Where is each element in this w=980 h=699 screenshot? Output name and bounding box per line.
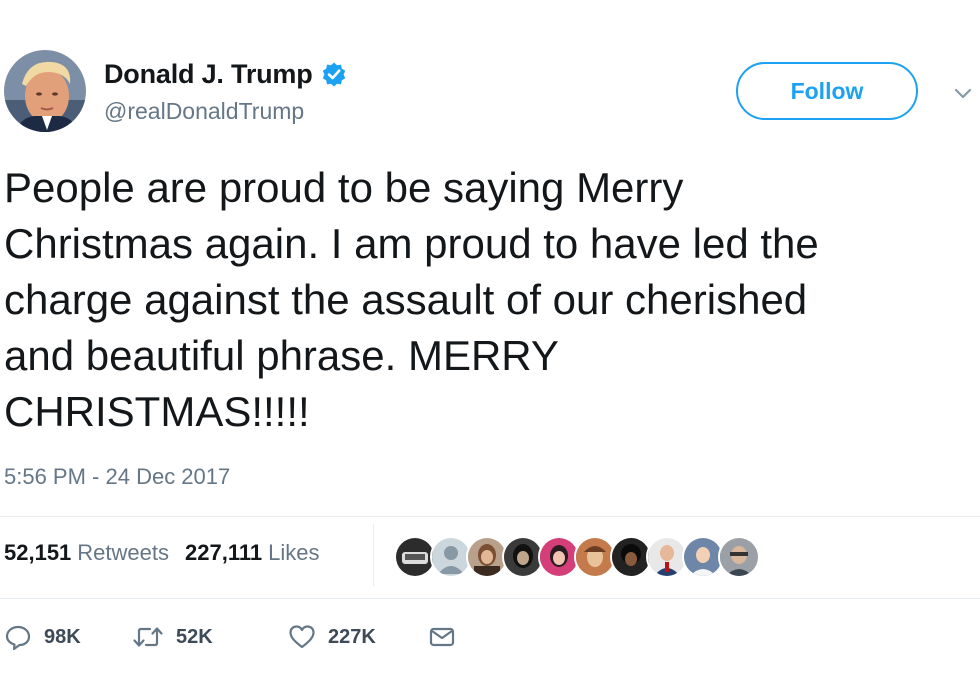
retweets-count: 52,151: [4, 540, 72, 565]
tweet-actions: 98K 52K 227K: [4, 620, 456, 654]
reply-icon: [4, 623, 32, 651]
like-count: 227K: [328, 625, 376, 648]
liker-avatars: [394, 536, 760, 578]
author-avatar[interactable]: [4, 50, 86, 132]
divider: [0, 516, 980, 517]
direct-message-icon: [428, 623, 456, 651]
retweet-button[interactable]: 52K: [132, 623, 288, 651]
divider: [0, 598, 980, 599]
like-button[interactable]: 227K: [288, 623, 428, 651]
reply-count: 98K: [44, 625, 81, 648]
tweet-timestamp[interactable]: 5:56 PM - 24 Dec 2017: [4, 464, 230, 490]
retweet-icon: [132, 623, 164, 651]
verified-badge-icon: [321, 61, 347, 87]
retweets-stat[interactable]: 52,151 Retweets: [4, 540, 169, 566]
reply-button[interactable]: 98K: [4, 623, 132, 651]
tweet-stats: 52,151 Retweets 227,111 Likes: [4, 540, 319, 566]
tweet-text: People are proud to be saying Merry Chri…: [4, 164, 819, 435]
author-handle[interactable]: @realDonaldTrump: [104, 98, 304, 125]
liker-avatar[interactable]: [718, 536, 760, 578]
follow-button[interactable]: Follow: [736, 62, 918, 120]
chevron-down-icon[interactable]: [952, 82, 974, 104]
likes-count: 227,111: [185, 540, 263, 565]
author-name-row[interactable]: Donald J. Trump: [104, 56, 347, 92]
direct-message-button[interactable]: [428, 623, 456, 651]
retweets-label: Retweets: [77, 540, 170, 565]
likes-label: Likes: [268, 540, 320, 565]
likes-stat[interactable]: 227,111 Likes: [185, 540, 319, 566]
tweet-card: Donald J. Trump @realDonaldTrump Follow …: [0, 0, 980, 699]
retweet-count: 52K: [176, 625, 213, 648]
stats-separator: [373, 524, 374, 586]
like-icon: [288, 623, 316, 651]
author-display-name[interactable]: Donald J. Trump: [104, 59, 313, 90]
